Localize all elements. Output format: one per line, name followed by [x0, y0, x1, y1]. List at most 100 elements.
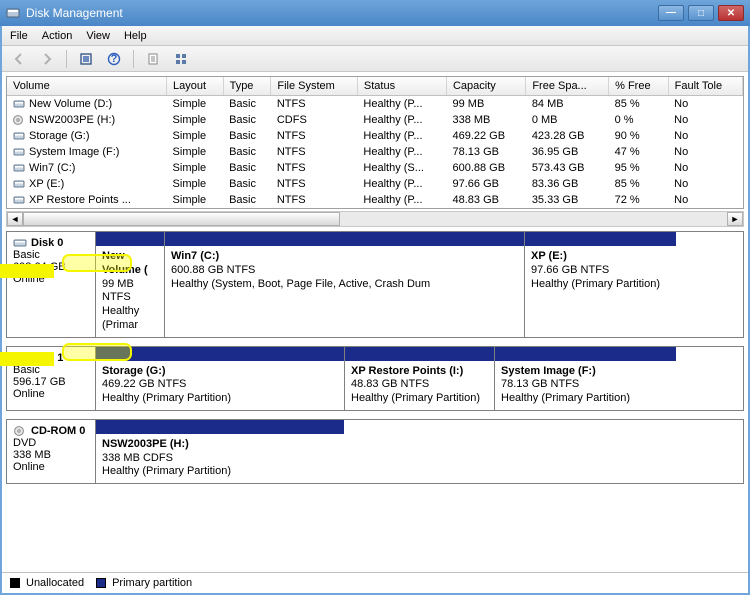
close-button[interactable] — [718, 5, 744, 21]
menu-view[interactable]: View — [86, 30, 110, 42]
partition[interactable]: XP Restore Points (I:)48.83 GB NTFSHealt… — [344, 347, 494, 410]
volume-row[interactable]: NSW2003PE (H:)SimpleBasicCDFSHealthy (P.… — [7, 112, 743, 128]
partition-status: Healthy (Primary Partition) — [501, 392, 670, 406]
cell: CDFS — [271, 112, 358, 128]
cell: Healthy (P... — [357, 192, 446, 208]
toolbar: ? — [2, 46, 748, 72]
partition[interactable]: Storage (G:)469.22 GB NTFSHealthy (Prima… — [96, 347, 344, 410]
partition-name: System Image (F:) — [501, 365, 670, 379]
cell: NTFS — [271, 144, 358, 160]
partition[interactable]: System Image (F:)78.13 GB NTFSHealthy (P… — [494, 347, 676, 410]
properties-button[interactable] — [142, 48, 164, 70]
col-header[interactable]: Layout — [167, 77, 224, 96]
volume-row[interactable]: XP (E:)SimpleBasicNTFSHealthy (P...97.66… — [7, 176, 743, 192]
cell: 338 MB — [446, 112, 525, 128]
volume-row[interactable]: XP Restore Points ...SimpleBasicNTFSHeal… — [7, 192, 743, 208]
volume-row[interactable]: Win7 (C:)SimpleBasicNTFSHealthy (S...600… — [7, 160, 743, 176]
menu-help[interactable]: Help — [124, 30, 147, 42]
scroll-track[interactable] — [23, 212, 727, 226]
menu-action[interactable]: Action — [42, 30, 73, 42]
col-header[interactable]: % Free — [609, 77, 669, 96]
cell: 35.33 GB — [526, 192, 609, 208]
partition[interactable]: XP (E:)97.66 GB NTFSHealthy (Primary Par… — [524, 232, 676, 337]
partition-name: XP (E:) — [531, 250, 670, 264]
cell: NTFS — [271, 176, 358, 192]
partitions-strip: New Volume (99 MB NTFSHealthy (PrimarWin… — [96, 231, 744, 338]
partitions-strip: NSW2003PE (H:)338 MB CDFSHealthy (Primar… — [96, 419, 744, 484]
maximize-button[interactable] — [688, 5, 714, 21]
partition-header-bar — [495, 347, 676, 361]
highlight-strip-1 — [0, 264, 54, 278]
col-header[interactable]: Status — [357, 77, 446, 96]
cell: 72 % — [609, 192, 669, 208]
disk-kind: DVD — [13, 437, 89, 449]
partition[interactable]: New Volume (99 MB NTFSHealthy (Primar — [96, 232, 164, 337]
cell: 85 % — [609, 176, 669, 192]
refresh-button[interactable] — [75, 48, 97, 70]
cell: No — [668, 192, 742, 208]
unallocated-swatch — [10, 578, 20, 588]
cell: Basic — [223, 160, 271, 176]
disk-info-panel[interactable]: CD-ROM 0DVD338 MBOnline — [6, 419, 96, 484]
cell: NTFS — [271, 160, 358, 176]
cell: 97.66 GB — [446, 176, 525, 192]
volume-icon — [13, 179, 25, 189]
partition-status: Healthy (Primary Partition) — [531, 278, 670, 292]
col-header[interactable]: Fault Tole — [668, 77, 742, 96]
partition-header-bar — [96, 420, 344, 434]
cell: Simple — [167, 128, 224, 144]
cell: No — [668, 144, 742, 160]
volume-table[interactable]: VolumeLayoutTypeFile SystemStatusCapacit… — [6, 76, 744, 209]
cell: Healthy (P... — [357, 176, 446, 192]
cell: NSW2003PE (H:) — [7, 112, 167, 128]
cell: Win7 (C:) — [7, 160, 167, 176]
cell: 423.28 GB — [526, 128, 609, 144]
disk-info-panel[interactable]: Disk 0Basic698.64 GBOnline — [6, 231, 96, 338]
cell: Storage (G:) — [7, 128, 167, 144]
legend-unallocated: Unallocated — [26, 577, 84, 589]
volume-row[interactable]: New Volume (D:)SimpleBasicNTFSHealthy (P… — [7, 96, 743, 113]
partition-name: Storage (G:) — [102, 365, 338, 379]
cell: Healthy (P... — [357, 112, 446, 128]
menu-file[interactable]: File — [10, 30, 28, 42]
cell: Basic — [223, 128, 271, 144]
partition[interactable]: NSW2003PE (H:)338 MB CDFSHealthy (Primar… — [96, 420, 344, 483]
volume-icon — [13, 147, 25, 157]
partition-size: 600.88 GB NTFS — [171, 264, 518, 278]
partition[interactable]: Win7 (C:)600.88 GB NTFSHealthy (System, … — [164, 232, 524, 337]
col-header[interactable]: File System — [271, 77, 358, 96]
volume-icon — [13, 99, 25, 109]
titlebar[interactable]: Disk Management — [0, 0, 750, 26]
cell: 0 % — [609, 112, 669, 128]
cell: XP Restore Points ... — [7, 192, 167, 208]
volume-row[interactable]: System Image (F:)SimpleBasicNTFSHealthy … — [7, 144, 743, 160]
col-header[interactable]: Type — [223, 77, 271, 96]
cell: No — [668, 176, 742, 192]
cell: 0 MB — [526, 112, 609, 128]
partition-header-bar — [525, 232, 676, 246]
cell: 48.83 GB — [446, 192, 525, 208]
window-title: Disk Management — [26, 6, 123, 20]
cell: 600.88 GB — [446, 160, 525, 176]
h-scrollbar[interactable]: ◄ ► — [6, 211, 744, 227]
disk-icon — [13, 426, 27, 436]
cell: Simple — [167, 112, 224, 128]
col-header[interactable]: Capacity — [446, 77, 525, 96]
partitions-strip: Storage (G:)469.22 GB NTFSHealthy (Prima… — [96, 346, 744, 411]
cell: No — [668, 112, 742, 128]
partition-size: 338 MB CDFS — [102, 452, 338, 466]
back-button — [8, 48, 30, 70]
app-icon — [6, 6, 20, 20]
scroll-left-button[interactable]: ◄ — [7, 212, 23, 226]
col-header[interactable]: Free Spa... — [526, 77, 609, 96]
volume-row[interactable]: Storage (G:)SimpleBasicNTFSHealthy (P...… — [7, 128, 743, 144]
help-button[interactable]: ? — [103, 48, 125, 70]
minimize-button[interactable] — [658, 5, 684, 21]
cell: No — [668, 160, 742, 176]
scroll-right-button[interactable]: ► — [727, 212, 743, 226]
list-view-button[interactable] — [170, 48, 192, 70]
col-header[interactable]: Volume — [7, 77, 167, 96]
scroll-thumb[interactable] — [23, 212, 340, 226]
disk-icon — [13, 238, 27, 248]
cell: 573.43 GB — [526, 160, 609, 176]
